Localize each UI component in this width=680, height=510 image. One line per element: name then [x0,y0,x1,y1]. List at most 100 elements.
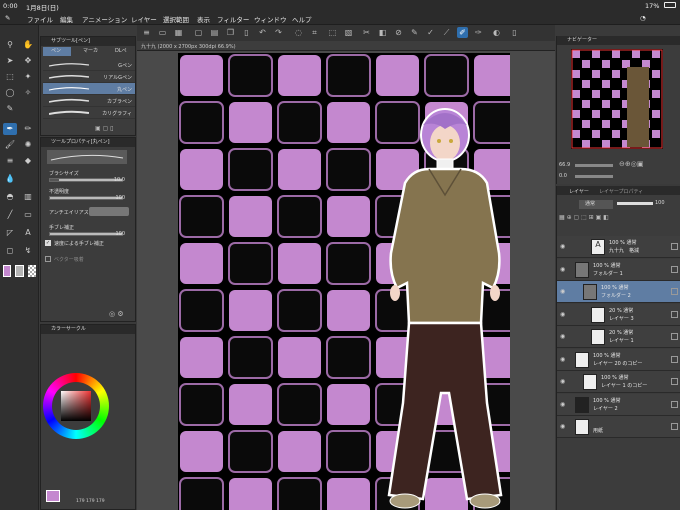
layer-row[interactable]: ◉ 20 % 通常 レイヤー 3 [557,303,680,326]
fill-icon[interactable]: ▧ [343,27,354,38]
eye-icon[interactable]: ◉ [560,243,565,250]
move-tool-icon[interactable]: ✥ [21,55,35,67]
menu-filter[interactable]: フィルター [217,14,249,24]
eye-icon[interactable]: ◉ [560,333,565,340]
layer-settings-button[interactable] [671,310,678,318]
decoration-tool-icon[interactable]: ≡ [3,155,17,167]
eye-icon[interactable]: ◉ [560,378,565,385]
undo-icon[interactable]: ↶ [257,27,268,38]
current-color-swatch[interactable] [46,490,60,502]
zoom-value[interactable]: 66.9 [559,162,570,168]
phone-icon[interactable]: ▯ [509,27,520,38]
vector-checkbox[interactable] [45,256,51,262]
saturation-square[interactable] [61,391,91,421]
redo-icon[interactable]: ↷ [273,27,284,38]
pen-alt-icon[interactable]: ✑ [473,27,484,38]
property-settings-icon[interactable]: ◎ ⚙ [109,310,124,318]
menu-edit[interactable]: 編集 [60,14,73,24]
layer-settings-button[interactable] [671,400,678,408]
pen-item-kabura[interactable]: カブラペン [43,95,135,107]
eraser-tool-icon[interactable]: ◆ [21,155,35,167]
layer-row[interactable]: ◉ 100 % 通常 フォルダー 2 [557,281,680,303]
pen-tool-icon[interactable]: ✒ [3,123,17,135]
layer-row[interactable]: ◉ 100 % 通常 レイヤー 2 [557,393,680,416]
layer-settings-button[interactable] [671,423,678,430]
fill-tool-icon[interactable]: ◓ [3,191,17,203]
layers-icon[interactable]: ▤ [209,27,220,38]
layer-settings-button[interactable] [671,355,678,363]
menu-file[interactable]: ファイル [27,14,53,24]
layer-row[interactable]: ◉ 用紙 [557,416,680,438]
airbrush-tool-icon[interactable]: ✺ [21,139,35,151]
tab-dl-pen[interactable]: DLペ [105,47,133,56]
hand-tool-icon[interactable]: ✋ [21,39,35,51]
transparent-color-swatch[interactable] [28,265,36,277]
layer-opacity-slider[interactable] [617,202,653,205]
layer-settings-button[interactable] [671,243,678,250]
menu-selection[interactable]: 選択範囲 [163,14,189,24]
ruler-icon[interactable]: ⟋ [441,27,452,38]
subtool-buttons-icon[interactable]: ▣ ▢ ▯ [95,125,113,132]
check-icon[interactable]: ✓ [425,27,436,38]
layer-tools-icon[interactable]: ▦ ⊕ ▢ ⬚ ⊞ ▣ ◧ [559,214,609,221]
nav-buttons-icon[interactable]: ⊖⊕◎▣ [619,160,643,168]
trash-icon[interactable]: ▯ [241,27,252,38]
select-all-icon[interactable]: ⬚ [327,27,338,38]
document-tab[interactable]: 九十九 (2000 x 2700px 300dpi 66.9%) [137,41,555,51]
layer-settings-button[interactable] [671,333,678,340]
layer-row[interactable]: ◉ A 100 % 通常 九十九 格減 [557,236,680,258]
pen-item-calligraphy[interactable]: カリグラフィ [43,107,135,119]
crop-icon[interactable]: ⌗ [309,27,320,38]
text-tool-icon[interactable]: A [21,227,35,239]
sub-color-swatch[interactable] [15,265,24,277]
layer-row[interactable]: ◉ 100 % 通常 フォルダー 1 [557,258,680,281]
eye-icon[interactable]: ◉ [560,311,565,318]
zoom-tool-icon[interactable]: ⚲ [3,39,17,51]
magic-wand-icon[interactable]: ✦ [21,71,35,83]
tab-marker[interactable]: マーカ [73,47,101,56]
app-logo-icon[interactable]: ✎ [5,14,10,22]
pen-item-g[interactable]: Gペン [43,59,135,71]
main-color-swatch[interactable] [3,265,11,277]
menu-icon[interactable]: ≡ [141,27,152,38]
cut-icon[interactable]: ✂ [361,27,372,38]
grid-icon[interactable]: ▦ [173,27,184,38]
ruler-tool-icon[interactable]: ◸ [3,227,17,239]
select-tool-icon[interactable]: ⬚ [3,71,17,83]
zoom-slider[interactable] [575,164,613,167]
frame-tool-icon[interactable]: ▭ [21,209,35,221]
tab-layer[interactable]: レイヤー [569,188,589,195]
eye-icon[interactable]: ◉ [560,288,565,295]
eye-icon[interactable]: ◉ [560,401,565,408]
brush-size-slider[interactable] [49,178,123,182]
speed-stabilize-checkbox[interactable]: ✓ [45,240,51,246]
select-pen-icon[interactable]: ✧ [21,87,35,99]
correct-line-tool-icon[interactable]: ↯ [21,245,35,257]
figure-tool-icon[interactable]: ╱ [3,209,17,221]
save-icon[interactable]: ▭ [157,27,168,38]
layer-row[interactable]: ◉ 100 % 通常 レイヤー 1 のコピー [557,371,680,393]
lasso-tool-icon[interactable]: ◯ [3,87,17,99]
new-icon[interactable]: ▢ [193,27,204,38]
document-canvas[interactable] [178,53,510,510]
eye-icon[interactable]: ◉ [560,356,565,363]
balloon-tool-icon[interactable]: ◻ [3,245,17,257]
layer-settings-button[interactable] [671,378,678,385]
transform-icon[interactable]: ◌ [293,27,304,38]
menu-help[interactable]: ヘルプ [292,14,312,24]
pen-item-maru[interactable]: 丸ペン [43,83,135,95]
blend-tool-icon[interactable]: 💧 [3,173,17,185]
menu-view[interactable]: 表示 [197,14,210,24]
pen-item-real-g[interactable]: リアルGペン [43,71,135,83]
layer-settings-button[interactable] [671,288,678,295]
pen-icon[interactable]: ✎ [409,27,420,38]
layer-settings-button[interactable] [671,265,678,273]
eyedropper-icon[interactable]: ✎ [3,103,17,115]
layer-row[interactable]: ◉ 20 % 通常 レイヤー 1 [557,326,680,348]
pencil-tool-icon[interactable]: ✏ [21,123,35,135]
stabilize-slider[interactable] [49,232,123,236]
navigator-preview[interactable] [571,49,663,149]
tab-layer-property[interactable]: レイヤープロパティ [599,188,643,195]
copy-icon[interactable]: ❐ [225,27,236,38]
opacity-slider[interactable] [49,196,123,200]
